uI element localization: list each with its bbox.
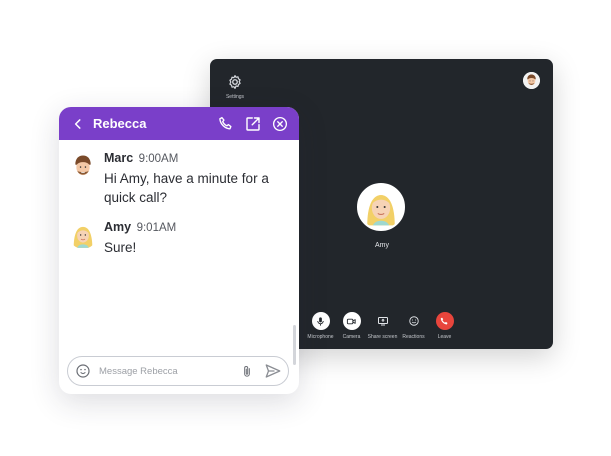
message-author: Amy [104, 220, 132, 234]
marc-avatar [69, 152, 97, 180]
send-icon[interactable] [264, 362, 282, 380]
chat-window: Rebecca Marc 9:00AM Hi Amy, have a minut… [59, 107, 299, 394]
phone-hangup-icon [440, 317, 448, 324]
camera-button[interactable]: Camera [336, 312, 367, 342]
marc-face-icon [523, 72, 540, 89]
participant-name: Amy [375, 242, 389, 249]
settings-label: Settings [225, 94, 245, 100]
message-text: Sure! [104, 240, 137, 255]
call-controls: Microphone Camera Share screen Reactions… [305, 312, 460, 342]
chat-header: Rebecca [59, 107, 299, 140]
popout-icon[interactable] [244, 115, 262, 133]
marc-face-icon [69, 152, 97, 180]
chat-title: Rebecca [93, 116, 147, 131]
microphone-label: Microphone [307, 334, 334, 340]
smiley-icon [408, 316, 419, 326]
reactions-button[interactable]: Reactions [398, 312, 429, 342]
message-time: 9:00AM [138, 153, 179, 165]
message-composer [67, 356, 289, 386]
phone-icon[interactable] [217, 115, 235, 133]
paperclip-icon[interactable] [240, 363, 254, 380]
gear-icon [229, 75, 241, 89]
camera-icon [346, 318, 356, 324]
share-screen-button[interactable]: Share screen [367, 312, 398, 342]
leave-button[interactable]: Leave [429, 312, 460, 342]
amy-face-icon [359, 185, 403, 229]
settings-button[interactable]: Settings [222, 73, 248, 100]
stage: Settings Amy Microphone Camera Share scr… [0, 0, 611, 456]
message-author: Marc [104, 151, 134, 165]
message-input[interactable] [97, 364, 240, 378]
share-screen-label: Share screen [367, 334, 398, 340]
camera-label: Camera [342, 334, 361, 340]
share-screen-icon [377, 317, 388, 326]
close-icon[interactable] [271, 115, 289, 133]
leave-label: Leave [437, 334, 452, 340]
amy-face-icon [69, 221, 97, 249]
message-text: Hi Amy, have a minute for a quick call? [104, 171, 269, 205]
self-avatar[interactable] [523, 72, 540, 89]
reactions-label: Reactions [402, 334, 425, 340]
message-time: 9:01AM [136, 222, 177, 234]
participant-avatar [357, 183, 405, 231]
microphone-button[interactable]: Microphone [305, 312, 336, 342]
message-item: Amy 9:01AM Sure! [59, 219, 299, 257]
back-icon[interactable] [71, 117, 85, 131]
emoji-icon[interactable] [75, 363, 91, 379]
microphone-icon [317, 316, 324, 326]
chat-scrollbar[interactable] [293, 325, 296, 365]
amy-avatar [69, 221, 97, 249]
message-item: Marc 9:00AM Hi Amy, have a minute for a … [59, 150, 299, 207]
chat-messages: Marc 9:00AM Hi Amy, have a minute for a … [59, 140, 299, 365]
